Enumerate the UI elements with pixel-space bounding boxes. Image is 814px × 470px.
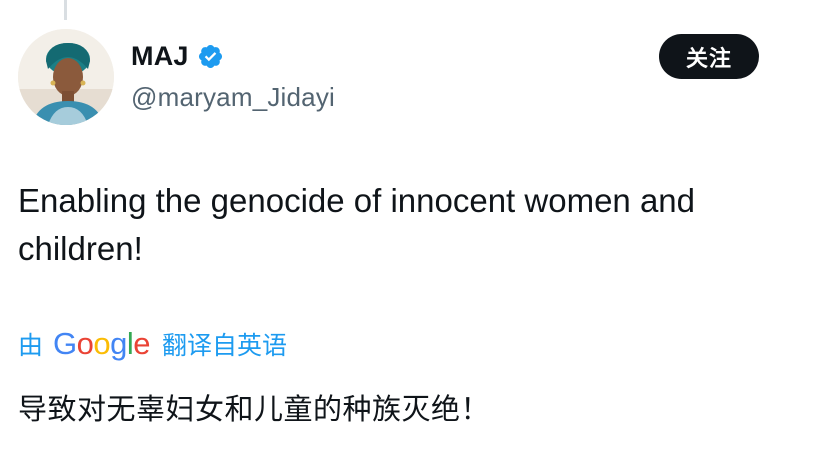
author-display-name[interactable]: MAJ xyxy=(131,41,189,72)
translated-tweet-text: 导致对无辜妇女和儿童的种族灭绝！ xyxy=(18,394,491,426)
google-logo-letter: e xyxy=(133,326,151,361)
google-logo: Google xyxy=(53,326,151,362)
tweet-card: MAJ @maryam_Jidayi 关注 Enabling the genoc… xyxy=(0,0,814,470)
translated-from-label: 翻译自英语 xyxy=(162,332,288,360)
thread-connector-line xyxy=(64,0,67,20)
author-name-row: MAJ xyxy=(131,38,224,74)
verified-badge-icon xyxy=(197,43,224,70)
avatar[interactable] xyxy=(18,29,114,125)
author-handle[interactable]: @maryam_Jidayi xyxy=(131,82,335,113)
google-logo-letter: o xyxy=(93,326,111,361)
profile-photo-icon xyxy=(18,29,114,125)
translation-attribution[interactable]: 由 Google 翻译自英语 xyxy=(18,322,287,366)
translated-by-label: 由 xyxy=(18,332,44,360)
tweet-text: Enabling the genocide of innocent women … xyxy=(18,182,695,267)
follow-button[interactable]: 关注 xyxy=(659,34,759,79)
google-logo-letter: o xyxy=(76,326,94,361)
google-logo-letter: G xyxy=(53,326,77,361)
google-logo-letter: g xyxy=(110,326,127,361)
